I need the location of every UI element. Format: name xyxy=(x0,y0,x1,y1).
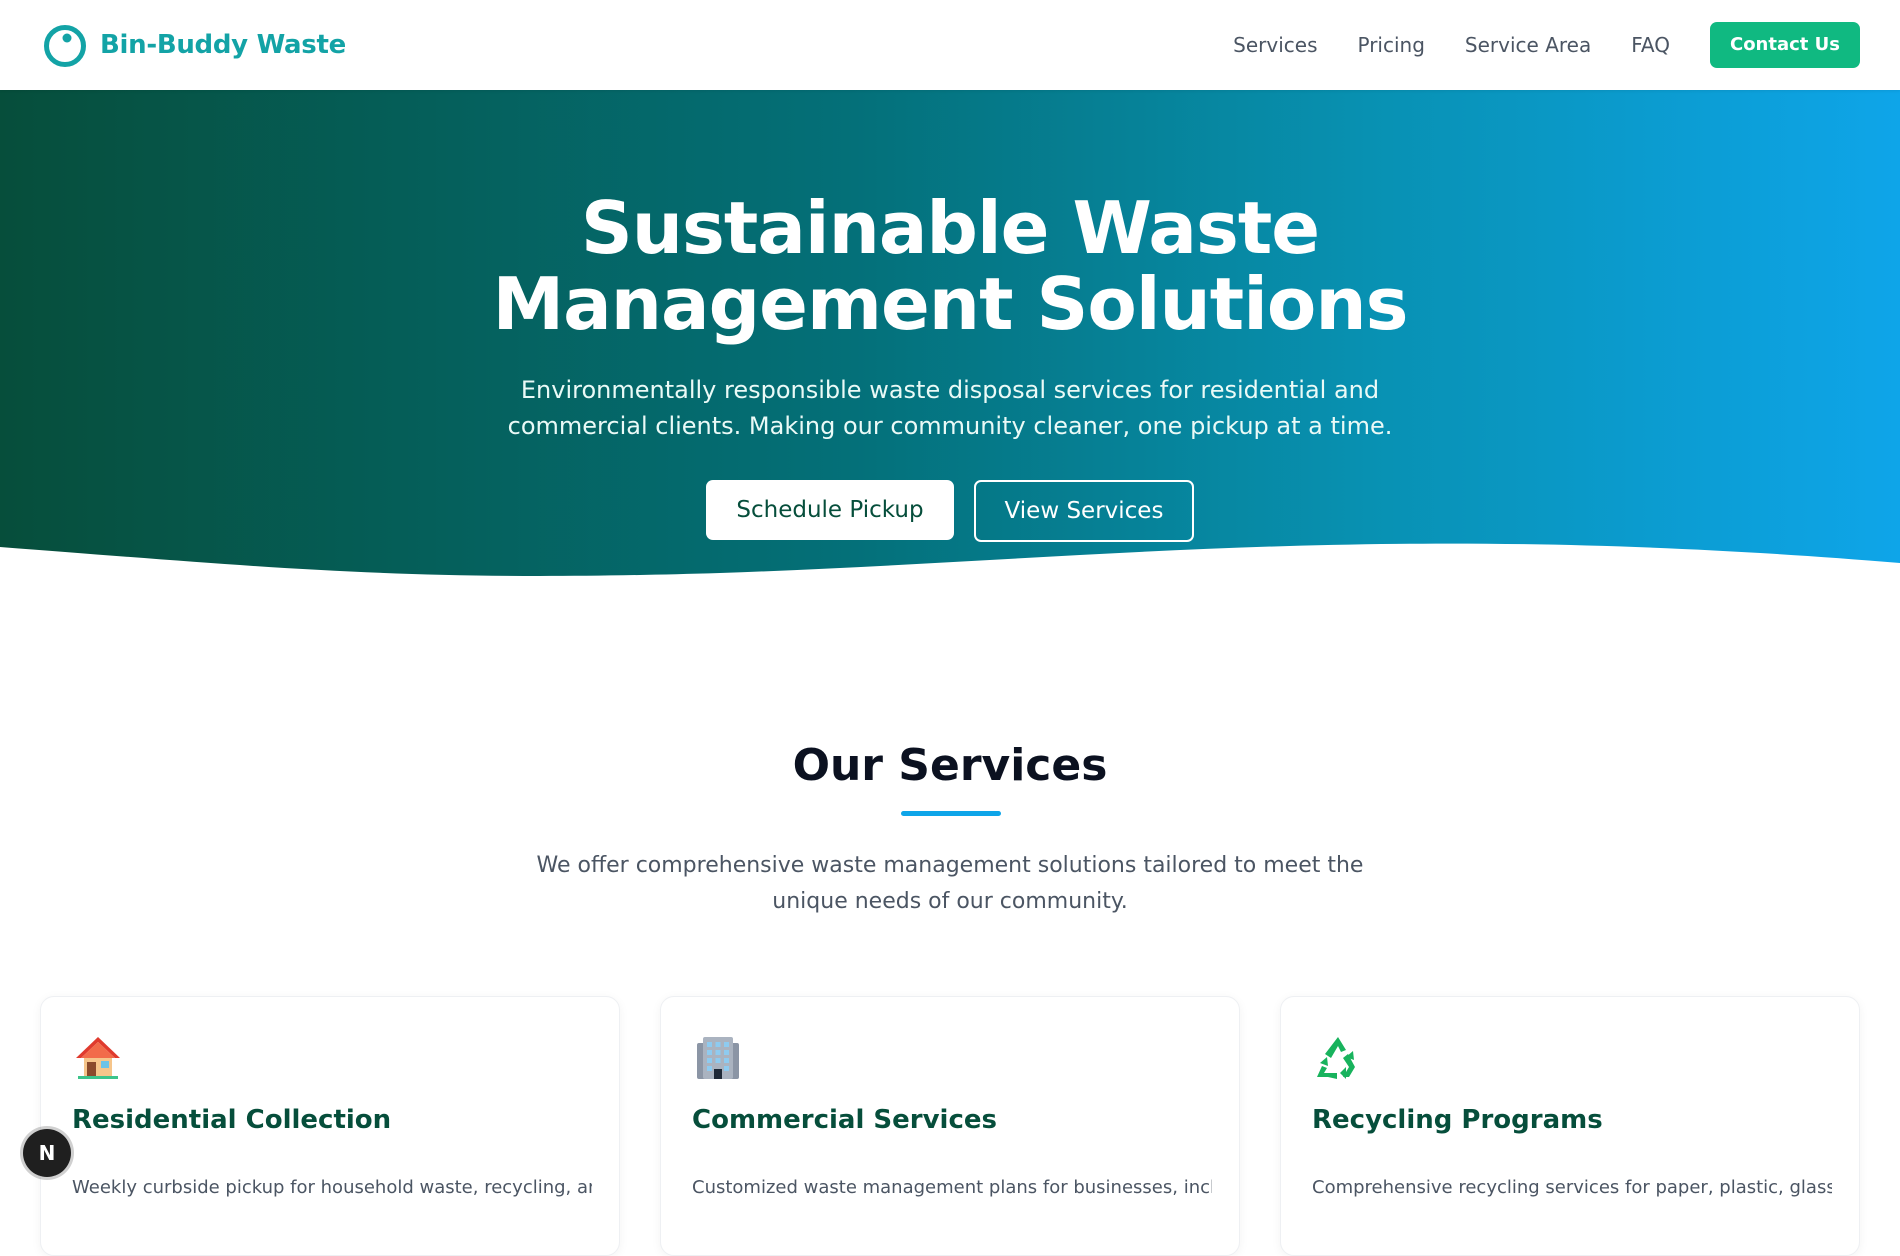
nav-link-faq[interactable]: FAQ xyxy=(1631,33,1670,57)
nextjs-dev-indicator[interactable]: N xyxy=(23,1129,71,1177)
services-heading: Our Services xyxy=(792,740,1108,791)
main-nav: Services Pricing Service Area FAQ Contac… xyxy=(1233,0,1860,90)
nav-link-service-area[interactable]: Service Area xyxy=(1465,33,1591,57)
card-title: Residential Collection xyxy=(72,1105,392,1135)
service-card-commercial[interactable]: Commercial Services Customized waste man… xyxy=(660,996,1240,1256)
hero-wave-divider xyxy=(0,543,1900,600)
brand-logo-icon xyxy=(44,25,86,67)
top-navbar: Bin-Buddy Waste Services Pricing Service… xyxy=(0,0,1900,90)
contact-us-button[interactable]: Contact Us xyxy=(1709,22,1860,68)
card-title: Recycling Programs xyxy=(1312,1105,1603,1135)
hero-title-line-1: Sustainable Waste xyxy=(580,186,1320,270)
services-heading-underline xyxy=(901,811,1001,816)
service-cards: Residential Collection Weekly curbside p… xyxy=(40,996,1860,1256)
hero-subtitle: Environmentally responsible waste dispos… xyxy=(507,376,1393,440)
hero-title-line-2: Management Solutions xyxy=(492,262,1409,346)
service-card-residential[interactable]: Residential Collection Weekly curbside p… xyxy=(40,996,620,1256)
nav-link-services[interactable]: Services xyxy=(1233,33,1317,57)
hero-section: Sustainable Waste Management Solutions E… xyxy=(0,90,1900,600)
nav-link-pricing[interactable]: Pricing xyxy=(1358,33,1425,57)
dev-badge-letter: N xyxy=(38,1141,56,1165)
service-card-recycling[interactable]: Recycling Programs Comprehensive recycli… xyxy=(1280,996,1860,1256)
house-icon xyxy=(76,1037,120,1079)
hero-title: Sustainable Waste Management Solutions xyxy=(0,190,1900,342)
recycle-icon xyxy=(1317,1037,1355,1079)
brand-name: Bin-Buddy Waste xyxy=(100,30,346,60)
office-building-icon xyxy=(697,1037,739,1079)
card-title: Commercial Services xyxy=(692,1105,997,1135)
services-intro: We offer comprehensive waste management … xyxy=(536,853,1364,914)
brand-logo-link[interactable]: Bin-Buddy Waste xyxy=(42,20,346,70)
